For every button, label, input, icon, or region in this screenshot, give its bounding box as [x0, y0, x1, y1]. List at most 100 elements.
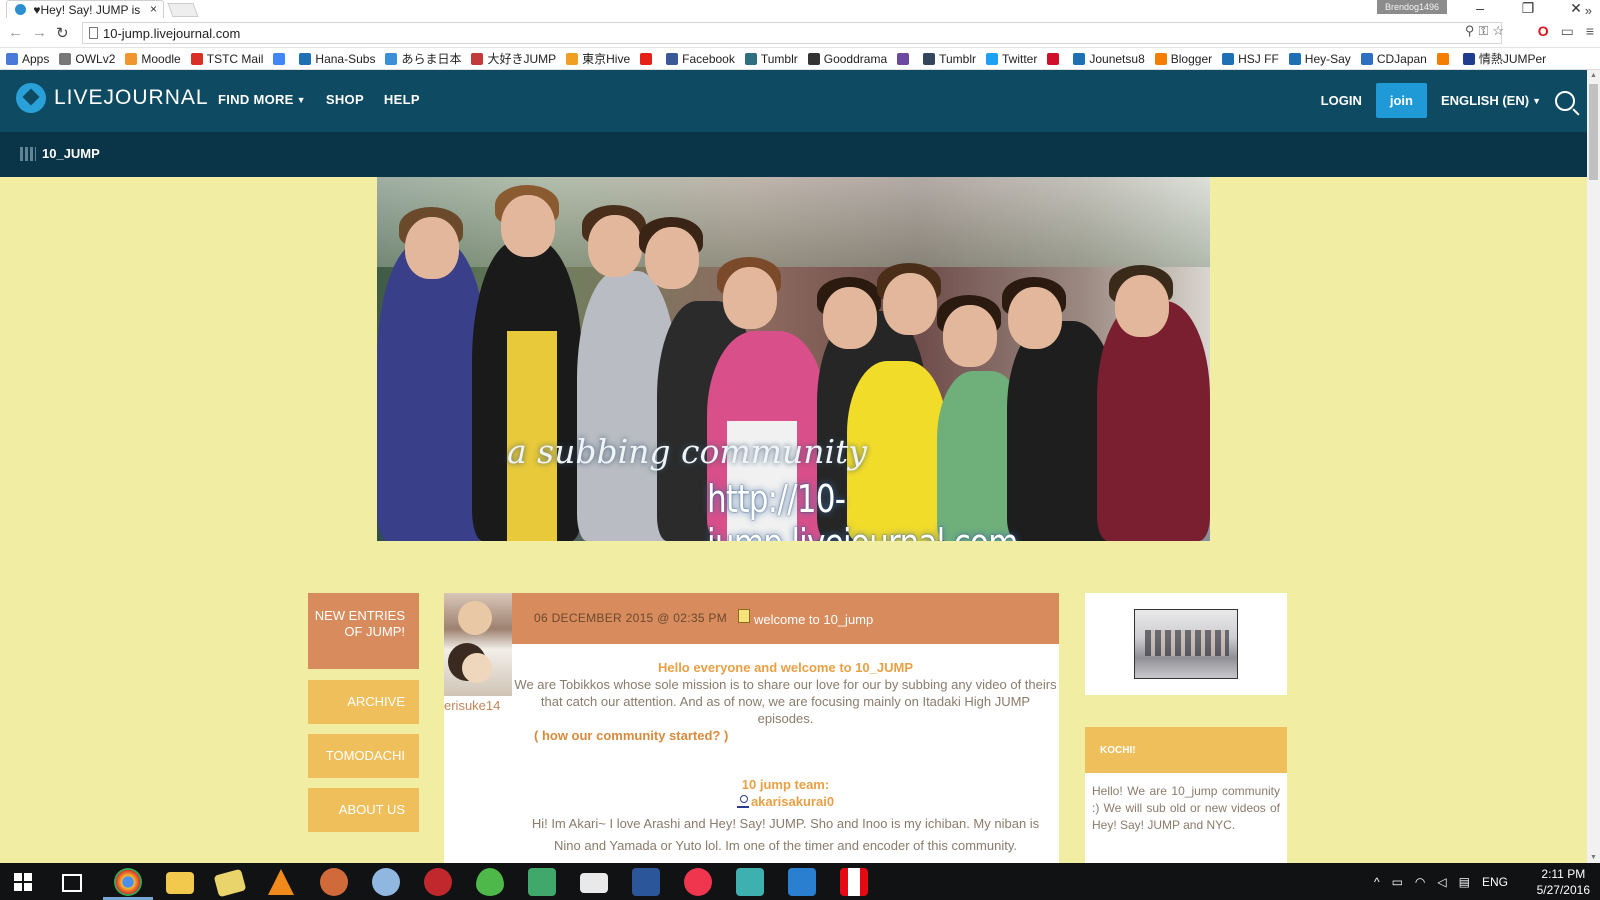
entry-body: Hello everyone and welcome to 10_JUMP We…: [512, 659, 1059, 857]
bookmark-item[interactable]: [640, 52, 656, 65]
bookmark-item[interactable]: Hey-Say: [1288, 52, 1351, 66]
notifications-icon[interactable]: ▤: [1459, 875, 1470, 889]
bookmark-item[interactable]: Tumblr: [923, 52, 976, 66]
entry-title[interactable]: welcome to 10_jump: [754, 612, 873, 627]
task-view-icon[interactable]: [62, 874, 82, 892]
bookmark-item[interactable]: あらま日本: [385, 50, 461, 67]
bookmark-item[interactable]: [897, 52, 913, 65]
extension-icons: O ▭ ≡: [1538, 23, 1594, 40]
bookmark-item[interactable]: OWLv2: [59, 52, 115, 66]
clock[interactable]: 2:11 PM 5/27/2016: [1537, 866, 1590, 898]
bookmark-item[interactable]: Facebook: [666, 52, 735, 66]
f-app-icon[interactable]: [736, 868, 764, 896]
join-button[interactable]: join: [1375, 83, 1427, 118]
entry-icon: [738, 609, 750, 623]
bookmark-item[interactable]: 情熱JUMPer: [1462, 50, 1546, 67]
more-bookmarks-icon[interactable]: »: [1585, 3, 1592, 18]
poster-username[interactable]: erisuke14: [444, 698, 500, 713]
restore-icon[interactable]: ❐: [1504, 0, 1552, 18]
bookmark-item[interactable]: Jounetsu8: [1073, 52, 1145, 66]
url-input[interactable]: 10-jump.livejournal.com: [82, 22, 1502, 44]
bookmark-star-icon[interactable]: ☆: [1492, 23, 1508, 38]
file-explorer-icon[interactable]: [166, 872, 194, 894]
language-selector[interactable]: ENGLISH (EN) ▼: [1441, 93, 1541, 108]
input-language[interactable]: ENG: [1482, 875, 1508, 889]
plumbob-icon[interactable]: [476, 868, 504, 896]
sidebar-photo[interactable]: [1134, 609, 1238, 679]
nav-shop[interactable]: SHOP: [326, 92, 364, 107]
game-icon[interactable]: [320, 868, 348, 896]
search-icon[interactable]: [1555, 90, 1575, 111]
sims-icon[interactable]: [528, 868, 556, 896]
banner-url: http://10-jump.livejournal.com: [707, 477, 1018, 541]
vlc-icon[interactable]: [268, 869, 294, 895]
entry-date[interactable]: 06 DECEMBER 2015 @ 02:35 PM: [534, 611, 727, 625]
page-scrollbar[interactable]: ▲ ▼: [1587, 70, 1600, 863]
paint-icon[interactable]: [372, 868, 400, 896]
bookmark-label: Tumblr: [760, 51, 798, 66]
windows-start-icon[interactable]: [14, 873, 32, 891]
login-link[interactable]: LOGIN: [1321, 93, 1362, 108]
nav-archive[interactable]: ARCHIVE: [308, 680, 419, 724]
scroll-up-icon[interactable]: ▲: [1590, 72, 1597, 79]
bookmark-item[interactable]: [273, 52, 289, 65]
minimize-icon[interactable]: –: [1456, 0, 1504, 18]
forward-arrow-icon[interactable]: →: [32, 24, 47, 41]
nav-find-more[interactable]: FIND MORE ▼: [218, 92, 306, 107]
volume-icon[interactable]: ◁: [1437, 875, 1446, 889]
nav-tomodachi[interactable]: TOMODACHI: [308, 734, 419, 778]
bookmark-label: Facebook: [682, 51, 735, 66]
nav-about-us[interactable]: ABOUT US: [308, 788, 419, 832]
bookmark-item[interactable]: Tumblr: [744, 51, 798, 66]
camera-icon[interactable]: [580, 873, 608, 893]
chrome-icon[interactable]: [114, 868, 142, 896]
browser-tab-active[interactable]: ♥Hey! Say! JUMP is ×: [6, 0, 164, 18]
livejournal-logo[interactable]: LIVEJOURNAL: [16, 83, 209, 113]
chevron-up-icon[interactable]: ^: [1374, 875, 1380, 889]
nav-new-entries[interactable]: NEW ENTRIES OF JUMP!: [308, 593, 419, 669]
bookmark-item[interactable]: Moodle: [125, 52, 181, 66]
bookmark-item[interactable]: TSTC Mail: [190, 52, 263, 66]
bookmark-item[interactable]: [1047, 52, 1063, 65]
cast-icon[interactable]: ▭: [1561, 23, 1574, 40]
main-nav: FIND MORE ▼ SHOP HELP: [218, 92, 420, 107]
new-tab-button[interactable]: [167, 3, 199, 17]
bookmark-label: Blogger: [1170, 51, 1213, 66]
avatar[interactable]: [444, 593, 512, 696]
scroll-down-icon[interactable]: ▼: [1590, 854, 1597, 861]
nav-help[interactable]: HELP: [384, 92, 420, 107]
bookmark-item[interactable]: Apps: [6, 52, 49, 66]
bookmark-item[interactable]: HSJ FF: [1222, 52, 1279, 66]
profile-badge[interactable]: Brendog1496: [1377, 0, 1447, 14]
news-icon[interactable]: [788, 868, 816, 896]
scrollbar-thumb[interactable]: [1589, 84, 1598, 180]
bookmark-item[interactable]: 大好きJUMP: [471, 50, 556, 67]
key-icon[interactable]: ⚿: [1478, 23, 1492, 38]
community-history-link[interactable]: ( how our community started? ): [512, 727, 1059, 744]
community-title[interactable]: 10_JUMP: [20, 146, 100, 161]
bookmark-item[interactable]: 東京Hive: [566, 50, 630, 67]
bookmark-item[interactable]: Gooddrama: [807, 52, 887, 66]
sidebar-photo-panel: [1085, 593, 1287, 695]
itunes-icon[interactable]: [684, 868, 712, 896]
word-icon[interactable]: [632, 868, 660, 896]
livejournal-icon: [299, 52, 312, 65]
tab-close-icon[interactable]: ×: [150, 2, 157, 16]
team-member[interactable]: akarisakurai0: [512, 793, 1059, 810]
menu-icon[interactable]: ≡: [1586, 23, 1594, 40]
battery-icon[interactable]: ▭: [1392, 875, 1403, 889]
bookmark-item[interactable]: [1436, 52, 1453, 65]
close-window-icon[interactable]: ✕: [1552, 0, 1600, 18]
app-icon[interactable]: [424, 868, 452, 896]
bookmark-item[interactable]: Blogger: [1154, 51, 1213, 66]
zoom-icon[interactable]: ⚲: [1465, 23, 1479, 38]
opera-extension-icon[interactable]: O: [1538, 23, 1549, 40]
bookmark-item[interactable]: Twitter: [986, 52, 1037, 66]
folder-icon[interactable]: [213, 868, 247, 898]
reload-icon[interactable]: ↻: [56, 24, 69, 42]
bookmark-item[interactable]: CDJapan: [1360, 52, 1427, 66]
netflix-icon[interactable]: [840, 868, 868, 896]
bookmark-item[interactable]: Hana-Subs: [299, 52, 375, 66]
back-arrow-icon[interactable]: ←: [8, 24, 23, 41]
wifi-icon[interactable]: ◠: [1415, 875, 1425, 889]
